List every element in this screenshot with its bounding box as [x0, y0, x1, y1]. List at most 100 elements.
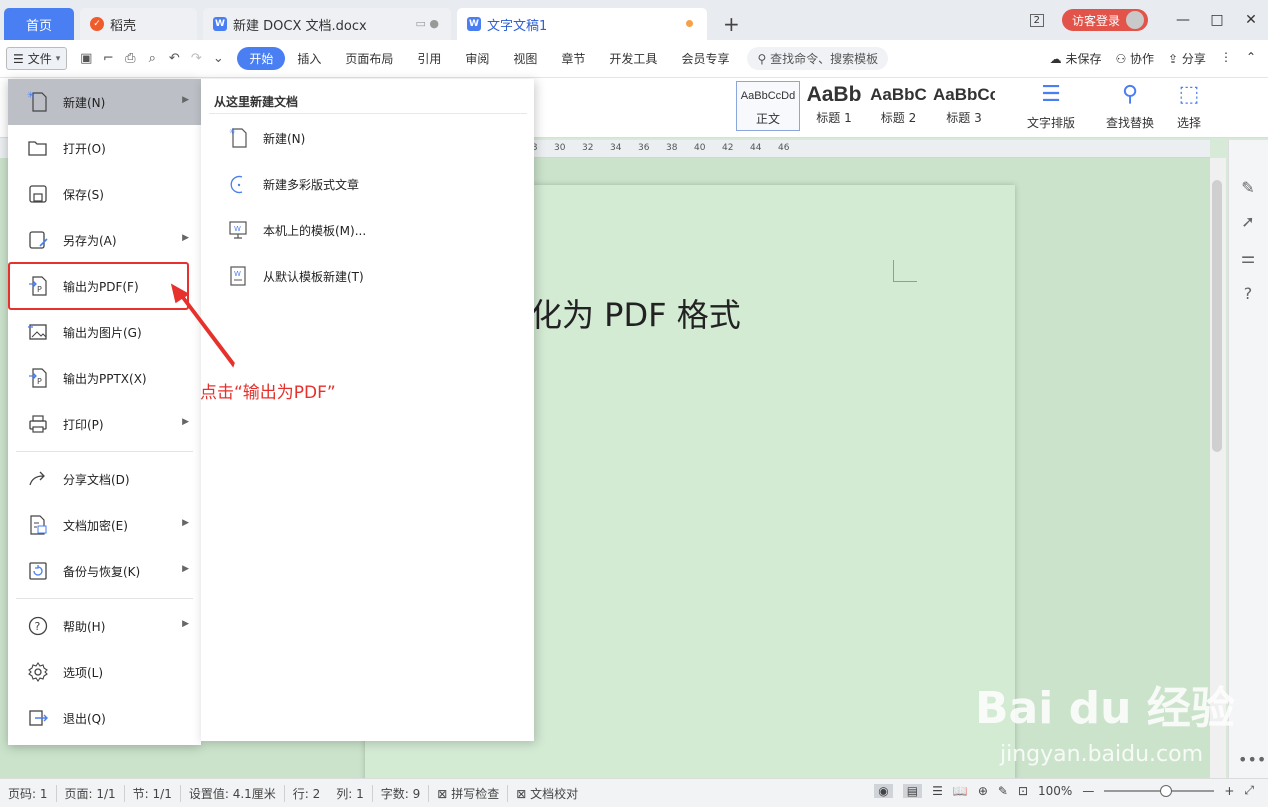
file-menu-item[interactable]: 退出(Q) — [8, 695, 201, 741]
sliders-icon[interactable]: ⚌ — [1238, 248, 1258, 268]
style-normal[interactable]: AaBbCcDd 正文 — [736, 81, 800, 131]
proofread-button[interactable]: ⊠ 文档校对 — [516, 785, 586, 802]
redo-icon[interactable]: ↷ — [185, 51, 207, 66]
fullscreen-icon[interactable]: ⤢ — [1244, 783, 1254, 798]
close-button[interactable]: ✕ — [1234, 12, 1268, 28]
format-painter-icon[interactable]: ⌐ — [97, 51, 119, 66]
collapse-ribbon-icon[interactable]: ⌃ — [1246, 50, 1256, 67]
collaborate-button[interactable]: ⚇ 协作 — [1115, 50, 1154, 67]
file-menu-item[interactable]: P 输出为PPTX(X) — [8, 355, 201, 401]
zoom-level[interactable]: 100% — [1038, 784, 1072, 798]
status-setting[interactable]: 设置值: 4.1厘米 — [189, 784, 285, 802]
text-layout-button[interactable]: ☰ 文字排版 — [1027, 82, 1075, 131]
status-bar: 页码: 1 页面: 1/1 节: 1/1 设置值: 4.1厘米 行: 2 列: … — [0, 778, 1268, 807]
tab-developer[interactable]: 开发工具 — [597, 50, 669, 67]
spellcheck-button[interactable]: ⊠ 拼写检查 — [437, 784, 509, 802]
submenu-local-templates-label: 本机上的模板(M)... — [263, 223, 367, 238]
tab-daoke[interactable]: ✓ 稻壳 — [80, 8, 197, 40]
more-horizontal-icon[interactable]: ••• — [1238, 750, 1266, 770]
add-tab-button[interactable]: + — [723, 8, 740, 40]
tab-page-layout[interactable]: 页面布局 — [333, 50, 405, 67]
read-view-icon[interactable]: 📖 — [953, 784, 968, 798]
avatar — [1126, 11, 1144, 29]
style-heading-2[interactable]: AaBbC 标题 2 — [867, 81, 930, 131]
submenu-new-colorful-label: 新建多彩版式文章 — [263, 177, 360, 192]
status-row[interactable]: 行: 2 — [293, 785, 329, 802]
daoke-icon: ✓ — [90, 17, 104, 31]
more-icon[interactable]: ⋮ — [1220, 50, 1232, 67]
fit-page-icon[interactable]: ⊡ — [1018, 784, 1028, 798]
file-menu-item[interactable]: 保存(S) — [8, 171, 201, 217]
web-view-icon[interactable]: ⊕ — [978, 784, 988, 798]
zoom-in-button[interactable]: + — [1224, 784, 1234, 798]
file-menu-item[interactable]: ? 帮助(H) ▶ — [8, 603, 201, 649]
customize-chevron-icon[interactable]: ⌄ — [207, 51, 229, 66]
status-section[interactable]: 节: 1/1 — [133, 784, 181, 802]
eye-protection-icon[interactable]: ◉ — [874, 783, 893, 798]
tab-active-document[interactable]: W 文字文稿1 — [457, 8, 707, 40]
visitor-login-button[interactable]: 访客登录 — [1061, 9, 1148, 31]
file-menu-button[interactable]: ☰ 文件 ▾ — [6, 47, 68, 70]
tab-review[interactable]: 审阅 — [453, 50, 501, 67]
window-count-badge[interactable]: 2 — [1029, 13, 1044, 27]
help-circle-icon[interactable]: ? — [1238, 284, 1258, 304]
tab-references[interactable]: 引用 — [405, 50, 453, 67]
file-menu-item[interactable]: 文档加密(E) ▶ — [8, 502, 201, 548]
status-page-code[interactable]: 页码: 1 — [8, 784, 57, 802]
share-button[interactable]: ⇪ 分享 — [1168, 50, 1206, 67]
zoom-slider-knob[interactable] — [1160, 784, 1173, 797]
tab-insert[interactable]: 插入 — [285, 50, 333, 67]
style-heading-3[interactable]: AaBbCc 标题 3 — [933, 81, 995, 131]
file-menu-item[interactable]: 分享文档(D) — [8, 456, 201, 502]
style-heading-1[interactable]: AaBb 标题 1 — [803, 81, 865, 131]
submenu-new[interactable]: ✳ 新建(N) — [227, 123, 305, 153]
tab-docx[interactable]: W 新建 DOCX 文档.docx ▭ ● — [203, 8, 451, 40]
maximize-button[interactable]: □ — [1200, 12, 1234, 28]
file-menu-item[interactable]: 备份与恢复(K) ▶ — [8, 548, 201, 594]
file-menu-item[interactable]: 打印(P) ▶ — [8, 401, 201, 447]
tab-view[interactable]: 视图 — [501, 50, 549, 67]
write-mode-icon[interactable]: ✎ — [998, 784, 1008, 798]
select-button[interactable]: ⬚ 选择 — [1175, 82, 1203, 131]
monitor-icon[interactable]: ▭ ● — [416, 17, 440, 30]
file-menu-item[interactable]: 另存为(A) ▶ — [8, 217, 201, 263]
file-menu-item[interactable]: 输出为图片(G) — [8, 309, 201, 355]
print-icon[interactable]: ⎙ — [119, 51, 141, 66]
save-icon[interactable]: ▣ — [75, 51, 97, 66]
file-menu-item[interactable]: 打开(O) — [8, 125, 201, 171]
tab-chapter[interactable]: 章节 — [549, 50, 597, 67]
zoom-slider[interactable] — [1104, 784, 1215, 797]
submenu-new-colorful[interactable]: 新建多彩版式文章 — [227, 169, 359, 199]
status-page[interactable]: 页面: 1/1 — [65, 784, 125, 802]
undo-icon[interactable]: ↶ — [163, 51, 185, 66]
page-view-icon[interactable]: ▤ — [902, 783, 923, 798]
pen-icon[interactable]: ✎ — [1238, 178, 1258, 198]
file-menu-item[interactable]: ✳ 新建(N) ▶ — [8, 79, 201, 125]
scrollbar-thumb[interactable] — [1212, 180, 1222, 452]
command-search-input[interactable]: ⚲ 查找命令、搜索模板 — [747, 47, 889, 70]
find-replace-button[interactable]: ⚲ 查找替换 — [1106, 82, 1154, 131]
status-words[interactable]: 字数: 9 — [381, 784, 430, 802]
exit-icon — [25, 705, 51, 731]
print-preview-icon[interactable]: ⌕ — [141, 51, 163, 66]
outline-view-icon[interactable]: ☰ — [932, 784, 943, 798]
file-menu-item[interactable]: 选项(L) — [8, 649, 201, 695]
unsaved-label: 未保存 — [1065, 52, 1102, 66]
file-menu-item-label: 分享文档(D) — [63, 472, 130, 487]
ruler-tick: 40 — [694, 143, 706, 153]
minimize-button[interactable]: — — [1166, 12, 1200, 28]
tab-home[interactable]: 首页 — [4, 8, 74, 40]
zoom-out-button[interactable]: — — [1082, 784, 1094, 798]
select-cursor-icon: ⬚ — [1178, 82, 1200, 107]
submenu-arrow-icon: ▶ — [182, 619, 189, 629]
cursor-icon[interactable]: ➚ — [1238, 212, 1258, 232]
document-text[interactable]: 化为 PDF 格式 — [530, 290, 741, 336]
tab-member[interactable]: 会员专享 — [669, 50, 741, 67]
tab-start[interactable]: 开始 — [237, 47, 286, 70]
submenu-default-template[interactable]: W 从默认模板新建(T) — [227, 261, 364, 291]
unsaved-button[interactable]: ☁ 未保存 — [1050, 50, 1102, 67]
file-menu-item-label: 新建(N) — [63, 95, 106, 110]
submenu-local-templates[interactable]: W 本机上的模板(M)... — [227, 215, 366, 245]
submenu-arrow-icon: ▶ — [182, 95, 189, 105]
status-col[interactable]: 列: 1 — [336, 784, 373, 802]
